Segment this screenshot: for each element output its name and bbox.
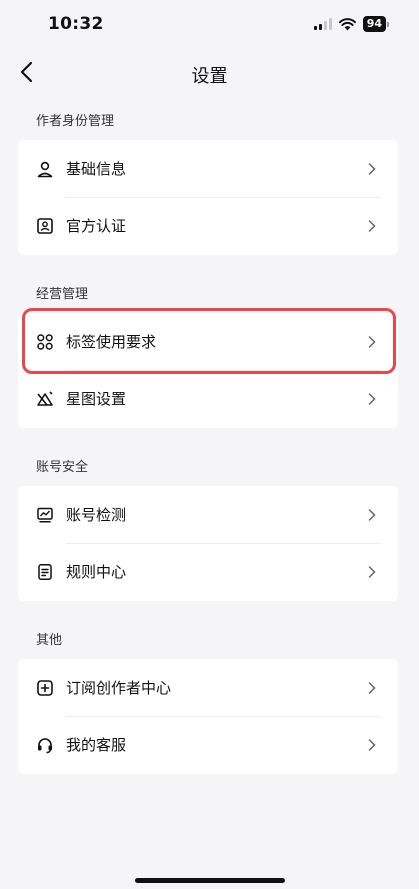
settings-item-label: 基础信息 [66,160,127,178]
highlight-box [22,308,396,374]
chevron-right-icon [368,681,376,694]
chevron-right-icon [368,565,376,578]
section-label-other: 其他 [36,633,63,648]
settings-item-label: 规则中心 [66,563,127,581]
section-label-author-identity: 作者身份管理 [36,114,115,129]
settings-item-official-verification[interactable]: 官方认证 [18,197,398,254]
section-label-business-management: 经营管理 [36,287,89,302]
headset-icon [38,737,52,753]
star-map-icon [37,390,53,406]
status-icons: 94 [313,16,389,32]
document-icon [38,563,52,580]
settings-item-account-check[interactable]: 账号检测 [18,486,398,543]
person-icon [37,161,53,177]
home-indicator[interactable] [135,878,285,883]
monitor-chart-icon [37,507,53,523]
settings-item-label: 账号检测 [66,506,127,524]
card-other: 订阅创作者中心 我的客服 [18,659,398,774]
settings-item-label: 星图设置 [66,390,127,408]
settings-item-label: 官方认证 [66,217,127,235]
signal-icon [313,18,332,30]
chevron-right-icon [368,162,376,175]
settings-item-basic-info[interactable]: 基础信息 [18,140,398,197]
nav-bar: 设置 [0,52,419,92]
status-time: 10:32 [48,14,104,34]
battery-icon: 94 [362,16,389,32]
chevron-right-icon [368,738,376,751]
plus-box-icon [37,679,53,696]
card-author-identity: 基础信息 官方认证 [18,140,398,255]
chevron-right-icon [368,392,376,405]
settings-item-my-customer-service[interactable]: 我的客服 [18,716,398,773]
settings-item-label: 我的客服 [66,736,127,754]
battery-level: 94 [362,16,386,32]
chevron-right-icon [368,219,376,232]
wifi-icon [338,17,356,30]
settings-item-label: 订阅创作者中心 [66,679,172,697]
status-bar: 10:32 94 [0,0,419,52]
section-label-account-security: 账号安全 [36,460,89,475]
chevron-right-icon [368,508,376,521]
card-account-security: 账号检测 规则中心 [18,486,398,601]
page-title: 设置 [191,66,228,87]
settings-item-subscribe-creator-center[interactable]: 订阅创作者中心 [18,659,398,716]
id-card-icon [37,217,53,234]
settings-item-rules-center[interactable]: 规则中心 [18,543,398,600]
settings-item-star-map-settings[interactable]: 星图设置 [18,370,398,427]
